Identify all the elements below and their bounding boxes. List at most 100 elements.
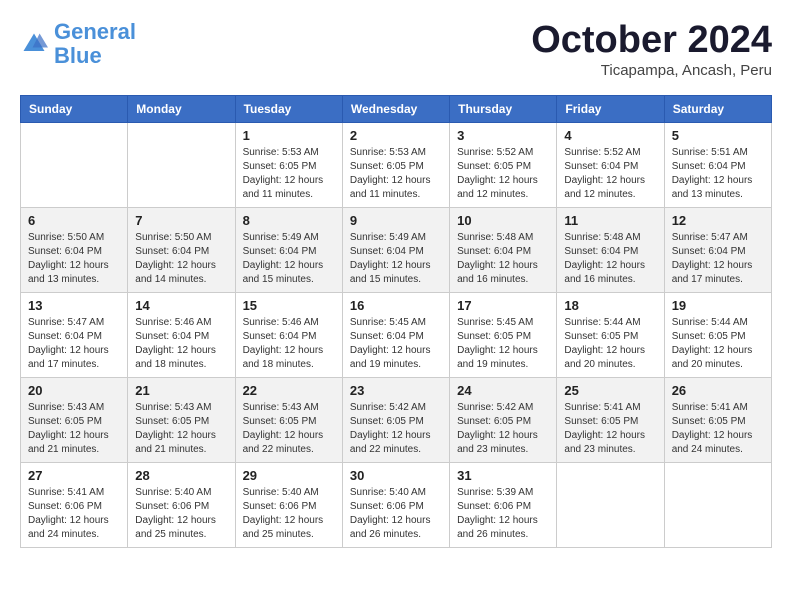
day-info: Sunrise: 5:40 AMSunset: 6:06 PMDaylight:… [243,486,335,542]
calendar-cell: 4 Sunrise: 5:52 AMSunset: 6:04 PMDayligh… [557,122,664,207]
day-info: Sunrise: 5:44 AMSunset: 6:05 PMDaylight:… [672,316,764,372]
calendar-cell: 27 Sunrise: 5:41 AMSunset: 6:06 PMDaylig… [21,462,128,547]
day-number: 2 [350,128,442,143]
day-info: Sunrise: 5:50 AMSunset: 6:04 PMDaylight:… [135,231,227,287]
calendar-cell: 10 Sunrise: 5:48 AMSunset: 6:04 PMDaylig… [450,207,557,292]
day-number: 14 [135,298,227,313]
day-number: 28 [135,468,227,483]
day-number: 16 [350,298,442,313]
day-info: Sunrise: 5:45 AMSunset: 6:05 PMDaylight:… [457,316,549,372]
calendar-cell: 21 Sunrise: 5:43 AMSunset: 6:05 PMDaylig… [128,377,235,462]
day-number: 18 [564,298,656,313]
day-info: Sunrise: 5:48 AMSunset: 6:04 PMDaylight:… [564,231,656,287]
day-info: Sunrise: 5:50 AMSunset: 6:04 PMDaylight:… [28,231,120,287]
day-number: 30 [350,468,442,483]
day-number: 22 [243,383,335,398]
logo: General Blue [20,20,136,68]
day-info: Sunrise: 5:41 AMSunset: 6:05 PMDaylight:… [564,401,656,457]
calendar-cell: 2 Sunrise: 5:53 AMSunset: 6:05 PMDayligh… [342,122,449,207]
day-info: Sunrise: 5:40 AMSunset: 6:06 PMDaylight:… [135,486,227,542]
day-number: 21 [135,383,227,398]
calendar-cell: 26 Sunrise: 5:41 AMSunset: 6:05 PMDaylig… [664,377,771,462]
day-info: Sunrise: 5:41 AMSunset: 6:05 PMDaylight:… [672,401,764,457]
day-number: 27 [28,468,120,483]
calendar-cell [557,462,664,547]
calendar-week-row: 6 Sunrise: 5:50 AMSunset: 6:04 PMDayligh… [21,207,772,292]
day-number: 4 [564,128,656,143]
calendar-cell: 29 Sunrise: 5:40 AMSunset: 6:06 PMDaylig… [235,462,342,547]
day-info: Sunrise: 5:46 AMSunset: 6:04 PMDaylight:… [135,316,227,372]
title-section: October 2024 Ticapampa, Ancash, Peru [531,20,772,79]
calendar-cell: 23 Sunrise: 5:42 AMSunset: 6:05 PMDaylig… [342,377,449,462]
calendar-cell: 25 Sunrise: 5:41 AMSunset: 6:05 PMDaylig… [557,377,664,462]
day-number: 24 [457,383,549,398]
day-info: Sunrise: 5:49 AMSunset: 6:04 PMDaylight:… [350,231,442,287]
calendar-cell [664,462,771,547]
calendar-cell [21,122,128,207]
weekday-header-row: Sunday Monday Tuesday Wednesday Thursday… [21,95,772,122]
day-info: Sunrise: 5:51 AMSunset: 6:04 PMDaylight:… [672,146,764,202]
day-info: Sunrise: 5:52 AMSunset: 6:04 PMDaylight:… [564,146,656,202]
day-number: 15 [243,298,335,313]
day-info: Sunrise: 5:42 AMSunset: 6:05 PMDaylight:… [350,401,442,457]
day-info: Sunrise: 5:43 AMSunset: 6:05 PMDaylight:… [243,401,335,457]
calendar-week-row: 13 Sunrise: 5:47 AMSunset: 6:04 PMDaylig… [21,292,772,377]
location-subtitle: Ticapampa, Ancash, Peru [531,62,772,79]
day-number: 26 [672,383,764,398]
day-info: Sunrise: 5:44 AMSunset: 6:05 PMDaylight:… [564,316,656,372]
day-number: 6 [28,213,120,228]
day-info: Sunrise: 5:53 AMSunset: 6:05 PMDaylight:… [350,146,442,202]
calendar-cell: 31 Sunrise: 5:39 AMSunset: 6:06 PMDaylig… [450,462,557,547]
calendar-cell: 16 Sunrise: 5:45 AMSunset: 6:04 PMDaylig… [342,292,449,377]
day-number: 17 [457,298,549,313]
calendar-cell: 28 Sunrise: 5:40 AMSunset: 6:06 PMDaylig… [128,462,235,547]
day-number: 1 [243,128,335,143]
page-header: General Blue October 2024 Ticapampa, Anc… [20,20,772,79]
header-wednesday: Wednesday [342,95,449,122]
calendar-week-row: 27 Sunrise: 5:41 AMSunset: 6:06 PMDaylig… [21,462,772,547]
day-info: Sunrise: 5:43 AMSunset: 6:05 PMDaylight:… [135,401,227,457]
day-info: Sunrise: 5:47 AMSunset: 6:04 PMDaylight:… [28,316,120,372]
header-thursday: Thursday [450,95,557,122]
day-number: 19 [672,298,764,313]
day-info: Sunrise: 5:39 AMSunset: 6:06 PMDaylight:… [457,486,549,542]
day-info: Sunrise: 5:49 AMSunset: 6:04 PMDaylight:… [243,231,335,287]
day-number: 8 [243,213,335,228]
calendar-cell: 12 Sunrise: 5:47 AMSunset: 6:04 PMDaylig… [664,207,771,292]
day-number: 5 [672,128,764,143]
calendar-cell: 5 Sunrise: 5:51 AMSunset: 6:04 PMDayligh… [664,122,771,207]
calendar-cell: 13 Sunrise: 5:47 AMSunset: 6:04 PMDaylig… [21,292,128,377]
day-info: Sunrise: 5:52 AMSunset: 6:05 PMDaylight:… [457,146,549,202]
day-number: 7 [135,213,227,228]
logo-icon [20,30,48,58]
calendar-cell: 18 Sunrise: 5:44 AMSunset: 6:05 PMDaylig… [557,292,664,377]
calendar-table: Sunday Monday Tuesday Wednesday Thursday… [20,95,772,548]
header-tuesday: Tuesday [235,95,342,122]
day-number: 3 [457,128,549,143]
calendar-week-row: 1 Sunrise: 5:53 AMSunset: 6:05 PMDayligh… [21,122,772,207]
day-info: Sunrise: 5:48 AMSunset: 6:04 PMDaylight:… [457,231,549,287]
header-monday: Monday [128,95,235,122]
calendar-cell: 19 Sunrise: 5:44 AMSunset: 6:05 PMDaylig… [664,292,771,377]
calendar-cell: 3 Sunrise: 5:52 AMSunset: 6:05 PMDayligh… [450,122,557,207]
day-info: Sunrise: 5:46 AMSunset: 6:04 PMDaylight:… [243,316,335,372]
calendar-cell: 7 Sunrise: 5:50 AMSunset: 6:04 PMDayligh… [128,207,235,292]
calendar-cell: 17 Sunrise: 5:45 AMSunset: 6:05 PMDaylig… [450,292,557,377]
calendar-cell: 24 Sunrise: 5:42 AMSunset: 6:05 PMDaylig… [450,377,557,462]
calendar-cell: 11 Sunrise: 5:48 AMSunset: 6:04 PMDaylig… [557,207,664,292]
day-info: Sunrise: 5:41 AMSunset: 6:06 PMDaylight:… [28,486,120,542]
calendar-cell: 15 Sunrise: 5:46 AMSunset: 6:04 PMDaylig… [235,292,342,377]
day-info: Sunrise: 5:42 AMSunset: 6:05 PMDaylight:… [457,401,549,457]
day-info: Sunrise: 5:45 AMSunset: 6:04 PMDaylight:… [350,316,442,372]
day-number: 9 [350,213,442,228]
day-number: 11 [564,213,656,228]
header-friday: Friday [557,95,664,122]
calendar-cell: 8 Sunrise: 5:49 AMSunset: 6:04 PMDayligh… [235,207,342,292]
day-number: 25 [564,383,656,398]
calendar-cell: 9 Sunrise: 5:49 AMSunset: 6:04 PMDayligh… [342,207,449,292]
calendar-cell: 22 Sunrise: 5:43 AMSunset: 6:05 PMDaylig… [235,377,342,462]
day-number: 29 [243,468,335,483]
day-number: 12 [672,213,764,228]
month-year-title: October 2024 [531,20,772,62]
day-number: 23 [350,383,442,398]
